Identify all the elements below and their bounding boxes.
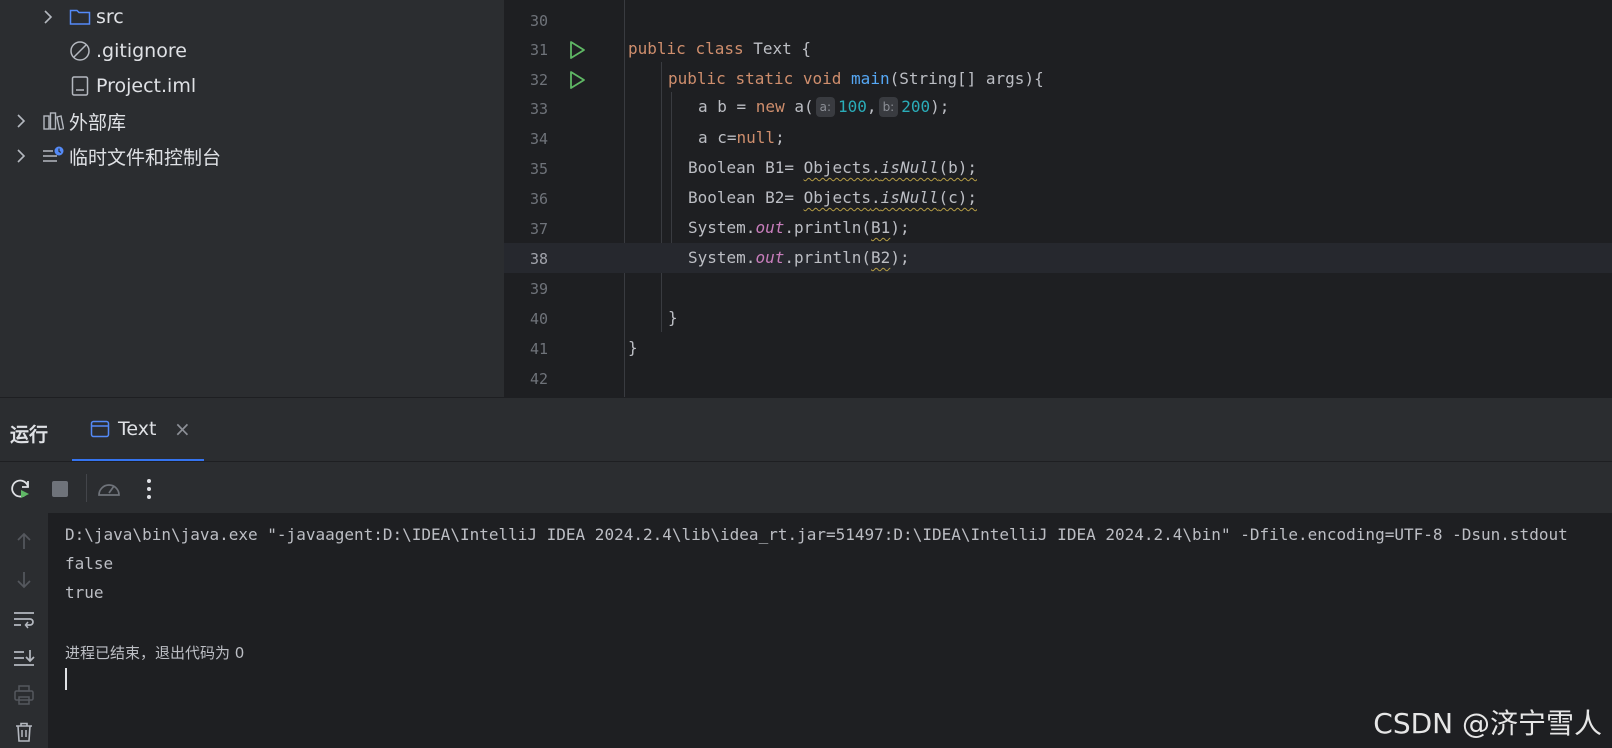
profiler-icon[interactable] [96,476,122,502]
close-icon[interactable]: × [174,417,191,441]
line-number: 36 [529,190,548,208]
chevron-right-icon[interactable] [40,9,56,25]
run-tool-window-header: 运行 Text × [0,397,1612,462]
code-text: System.out.println(B1); [688,218,910,237]
code-line[interactable]: 34 a c=null; [504,123,1612,153]
soft-wrap-icon[interactable] [10,605,38,633]
code-line[interactable]: 35 Boolean B1= Objects.isNull(b); [504,153,1612,183]
line-number: 42 [529,370,548,388]
line-number: 33 [529,100,548,118]
line-number: 30 [529,12,548,30]
code-line-current[interactable]: 38 System.out.println(B2); [504,243,1612,273]
code-text: Boolean B2= Objects.isNull(c); [688,188,977,207]
code-line[interactable]: 31 public class Text { [504,34,1612,64]
param-hint: b: [878,97,899,117]
tree-item-label: 外部库 [69,111,127,134]
tree-item-label: 临时文件和控制台 [69,146,222,169]
run-tab-label: Text [118,418,157,440]
code-line[interactable]: 32 public static void main(String[] args… [504,64,1612,94]
code-line[interactable]: 40 } [504,303,1612,333]
code-editor[interactable]: 30 31 public class Text { 32 public stat… [503,0,1612,397]
run-main-icon[interactable] [566,69,588,91]
line-number: 31 [529,41,548,59]
console-line: true [65,583,104,602]
tree-item-src[interactable]: src [0,0,503,34]
arrow-down-icon[interactable] [10,566,38,594]
toolbar-separator [86,474,87,502]
arrow-up-icon[interactable] [10,527,38,555]
chevron-right-icon[interactable] [13,148,29,164]
module-file-icon [68,74,92,98]
rerun-icon[interactable] [8,476,34,502]
console-side-toolbar [0,513,48,748]
line-number: 35 [529,160,548,178]
run-toolbar [0,461,1612,513]
tree-item-project-iml[interactable]: Project.iml [0,69,503,103]
scroll-to-end-icon[interactable] [10,644,38,672]
line-number: 39 [529,280,548,298]
line-number: 38 [529,250,548,268]
project-tree: src .gitignore Project.iml 外部库 临时文件和控制台 [0,0,503,397]
code-line[interactable]: 37 System.out.println(B1); [504,213,1612,243]
code-text: Boolean B1= Objects.isNull(b); [688,158,977,177]
code-line[interactable]: 30 [504,5,1612,35]
line-number: 34 [529,130,548,148]
code-text: } [668,308,678,327]
print-icon[interactable] [10,681,38,709]
text-caret [65,668,67,690]
tree-item-external-libraries[interactable]: 外部库 [0,104,503,138]
line-number: 37 [529,220,548,238]
watermark: CSDN @济宁雪人 [1373,707,1602,740]
console-line: false [65,554,114,573]
more-options-icon[interactable] [136,476,162,502]
tree-item-gitignore[interactable]: .gitignore [0,34,503,68]
line-number: 41 [529,340,548,358]
run-window-title: 运行 [10,424,49,446]
tree-item-label: src [96,6,124,28]
stop-icon[interactable] [47,476,73,502]
tree-item-label: Project.iml [96,75,197,97]
console-line: D:\java\bin\java.exe "-javaagent:D:\IDEA… [65,525,1568,544]
code-line[interactable]: 42 [504,363,1612,393]
tree-item-scratches[interactable]: 临时文件和控制台 [0,139,503,173]
tree-item-label: .gitignore [96,40,187,62]
run-tab-text[interactable]: Text × [72,398,204,462]
scratches-icon [41,144,65,168]
line-number: 32 [529,71,548,89]
code-text: public class Text { [628,39,812,58]
code-text: public static void main(String[] args){ [668,69,1044,88]
code-line[interactable]: 41 } [504,333,1612,363]
code-line[interactable]: 33 a b = new a(a: 100, b: 200); [504,93,1612,123]
code-line[interactable]: 36 Boolean B2= Objects.isNull(c); [504,183,1612,213]
code-text: a b = new a(a: 100, b: 200); [698,97,950,117]
console-icon [90,420,110,442]
folder-icon [68,5,92,29]
line-number: 40 [529,310,548,328]
code-text: } [628,338,638,357]
param-hint: a: [815,97,836,117]
code-text: a c=null; [698,128,785,147]
ignored-file-icon [68,39,92,63]
library-icon [41,109,65,133]
trash-icon[interactable] [10,718,38,746]
chevron-right-icon[interactable] [13,113,29,129]
code-line[interactable]: 39 [504,273,1612,303]
console-line: 进程已结束，退出代码为 0 [65,644,245,662]
code-text: System.out.println(B2); [688,248,910,267]
run-class-icon[interactable] [566,39,588,61]
